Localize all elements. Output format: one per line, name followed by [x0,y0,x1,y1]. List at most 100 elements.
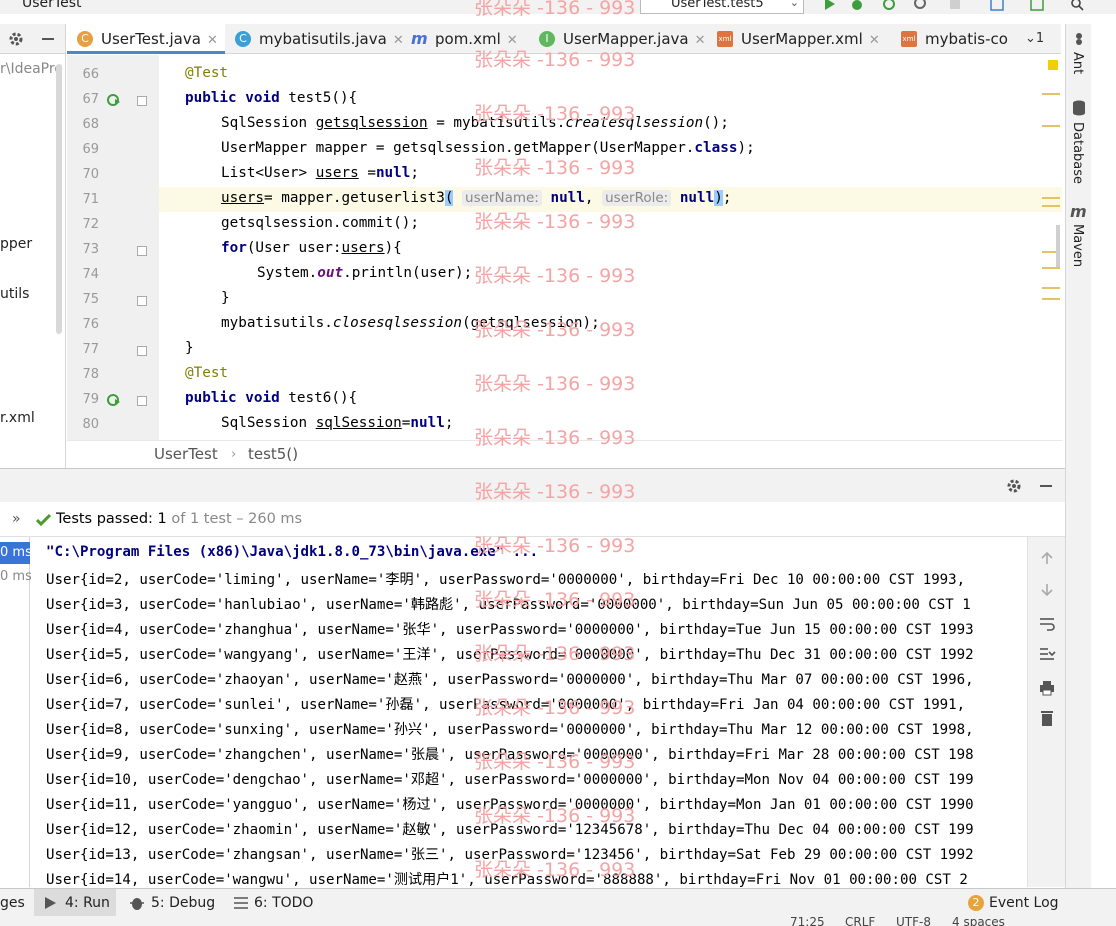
code-editor[interactable]: 66 67 68 69 70 71 72 73 74 75 76 77 78 7… [67,55,1062,440]
test-tree-item-selected[interactable]: 0 ms [0,542,30,564]
tabs-overflow-button[interactable]: ⌄1 [1025,24,1044,54]
warning-marker[interactable] [1042,267,1060,269]
run-icon[interactable] [822,0,836,11]
code-line: System.out.println(user); [257,265,473,281]
test-tree-item[interactable]: 0 ms [0,569,32,584]
coverage-icon[interactable] [882,0,896,11]
console-line: User{id=5, userCode='wangyang', userName… [46,647,974,663]
bottom-tool-bar: ges 4: Run 5: Debug 6: TODO 2 Event Log [0,888,1116,917]
file-encoding[interactable]: UTF-8 [896,916,931,926]
close-icon[interactable]: ✕ [507,33,518,48]
line-number: 70 [82,167,99,182]
scroll-to-end-icon[interactable] [1038,645,1056,663]
warning-icon[interactable] [1048,60,1058,70]
fold-icon[interactable] [137,396,147,406]
maven-tool-button[interactable]: Maven [1070,224,1085,267]
minimize-icon[interactable] [40,31,56,47]
tab-label: UserTest.java [101,30,201,48]
console-line: User{id=6, userCode='zhaoyan', userName=… [46,672,974,688]
trash-icon[interactable] [1038,709,1056,727]
tab-pom-xml[interactable]: m pom.xml ✕ [401,24,529,54]
indent-setting[interactable]: 4 spaces [952,916,1005,926]
console-line: User{id=12, userCode='zhaomin', userName… [46,822,974,838]
chevron-down-icon: ⌄ [789,0,799,9]
run-test-gutter-icon[interactable] [107,93,121,107]
tab-label: pom.xml [435,30,501,48]
scrollbar-thumb[interactable] [1056,225,1060,267]
code-line: List<User> users =null; [221,165,419,181]
expand-icon[interactable]: » [12,511,21,527]
project-tree-item[interactable]: r.xml [0,410,35,426]
warning-marker[interactable] [1042,93,1060,95]
tab-mybatisutils-java[interactable]: C mybatisutils.java ✕ [225,24,404,54]
tab-usermapper-java[interactable]: I UserMapper.java ✕ [529,24,707,54]
run-tool-button[interactable]: 4: Run [34,889,116,917]
test-status-bar: » Tests passed: 1 of 1 test – 260 ms [0,503,1065,537]
console-line: "C:\Program Files (x86)\Java\jdk1.8.0_73… [46,544,539,560]
event-log-button[interactable]: Event Log [989,895,1059,911]
database-icon [1073,100,1085,116]
close-icon[interactable]: ✕ [695,33,706,48]
close-icon[interactable]: ✕ [207,33,218,48]
ant-tool-button[interactable]: Ant [1070,52,1085,74]
class-icon: C [77,31,93,47]
xml-file-icon: xml [901,31,917,47]
line-number: 77 [82,342,99,357]
warning-marker[interactable] [1042,197,1060,199]
arrow-down-icon[interactable] [1038,581,1056,599]
profile-icon[interactable] [914,0,928,11]
fold-icon[interactable] [137,346,147,356]
run-test-gutter-icon[interactable] [107,393,121,407]
project-structure-icon[interactable] [990,0,1004,11]
project-tree-item[interactable]: pper [0,236,32,252]
line-number: 75 [82,292,99,307]
arrow-up-icon[interactable] [1038,549,1056,567]
fold-icon[interactable] [137,96,147,106]
stop-icon[interactable] [948,0,962,11]
search-icon[interactable] [1070,0,1084,11]
right-tool-strip: Ant Database m Maven [1065,24,1091,888]
console-output[interactable]: "C:\Program Files (x86)\Java\jdk1.8.0_73… [31,537,1027,887]
class-icon: C [235,31,251,47]
warning-marker[interactable] [1042,298,1060,300]
fold-icon[interactable] [137,246,147,256]
line-number: 68 [82,117,99,132]
line-separator[interactable]: CRLF [845,916,875,926]
warning-marker[interactable] [1042,125,1060,127]
run-config-select[interactable]: UserTest.test5 ⌄ [640,0,804,14]
database-tool-button[interactable]: Database [1070,122,1085,184]
console-line: User{id=14, userCode='wangwu', userName=… [46,872,968,887]
scrollbar[interactable] [56,64,62,334]
breadcrumb-class[interactable]: UserTest [154,445,218,463]
tool-window-fragment[interactable]: ges [0,895,25,911]
gear-icon[interactable] [1006,478,1022,494]
code-line: SqlSession sqlSession=null; [221,415,454,431]
debug-tool-button[interactable]: 5: Debug [151,895,215,911]
gear-icon[interactable] [8,31,24,47]
minimize-icon[interactable] [1038,478,1054,494]
run-icon [45,897,56,909]
warning-marker[interactable] [1042,205,1060,207]
todo-list-icon [234,897,248,909]
chevron-down-icon: ⌄ [1025,31,1036,46]
code-line: @Test [185,65,229,81]
print-icon[interactable] [1038,679,1056,697]
console-line: User{id=13, userCode='zhangsan', userNam… [46,847,974,863]
caret-position[interactable]: 71:25 [790,916,825,926]
console-line: User{id=10, userCode='dengchao', userNam… [46,772,974,788]
close-icon[interactable]: ✕ [869,33,880,48]
layout-icon[interactable] [1030,0,1044,11]
todo-tool-button[interactable]: 6: TODO [254,895,313,911]
tab-usertest-java[interactable]: C UserTest.java ✕ [67,24,225,54]
xml-file-icon: xml [717,31,733,47]
debug-icon[interactable] [850,0,864,11]
warning-marker[interactable] [1042,287,1060,289]
tab-mybatis-config[interactable]: xml mybatis-co [891,24,1021,54]
project-tree-item[interactable]: utils [0,286,29,302]
tab-usermapper-xml[interactable]: xml UserMapper.xml ✕ [707,24,891,54]
breadcrumb-method[interactable]: test5() [248,445,298,463]
console-line: User{id=11, userCode='yangguo', userName… [46,797,974,813]
fold-icon[interactable] [137,296,147,306]
soft-wrap-icon[interactable] [1038,615,1056,633]
status-bar: 71:25 CRLF UTF-8 4 spaces [0,916,1116,926]
